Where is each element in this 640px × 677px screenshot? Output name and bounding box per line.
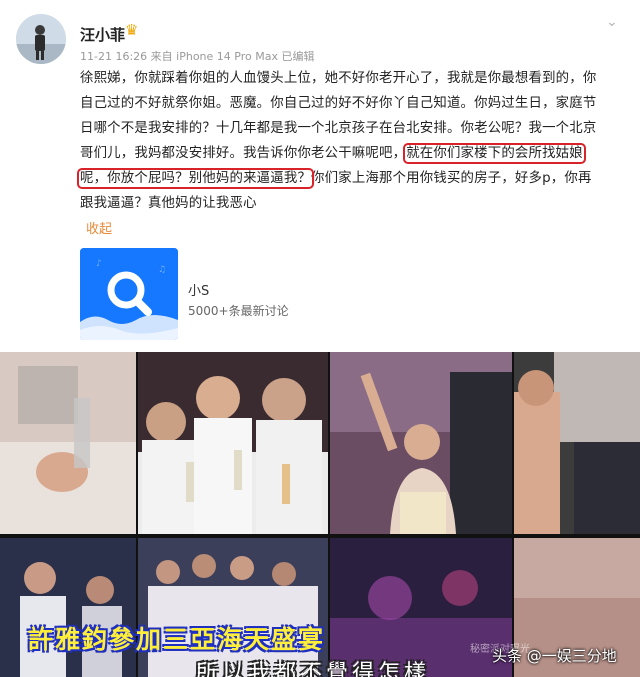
- party-photo[interactable]: [330, 352, 512, 534]
- highlighted-text: 就在你们家楼下的会所找姑娘: [403, 143, 586, 164]
- highlighted-text: 呢，你放个屁吗？别他妈的来逼逼我？: [76, 168, 315, 189]
- chevron-down-icon[interactable]: ⌄: [606, 14, 618, 30]
- party-photo[interactable]: [138, 352, 328, 534]
- party-photo[interactable]: [0, 352, 136, 534]
- party-photo[interactable]: [514, 352, 640, 534]
- post-line: 哥们儿，我妈都没安排好。我告诉你你老公干嘛呢吧，就在你们家楼下的会所找姑娘: [80, 141, 618, 166]
- avatar[interactable]: [16, 14, 66, 64]
- party-photo[interactable]: [0, 538, 136, 677]
- post-meta: 11-21 16:26 来自 iPhone 14 Pro Max 已编辑: [80, 50, 315, 63]
- video-caption: 許雅鈞參加三亞海天盛宴: [28, 625, 326, 654]
- crown-icon: ♛: [125, 21, 139, 39]
- post-line: 呢，你放个屁吗？别他妈的来逼逼我？你们家上海那个用你钱买的房子，好多p，你再: [76, 166, 618, 191]
- post-line: 徐熙娣，你就踩着你姐的人血馒头上位，她不好你老开心了，我就是你最想看到的，你: [80, 71, 597, 86]
- topic-card[interactable]: ♪ ♫ 小S 5000+条最新讨论: [80, 248, 620, 340]
- weibo-post: 汪小菲 ♛ 11-21 16:26 来自 iPhone 14 Pro Max 已…: [0, 0, 640, 350]
- topic-name: 小S: [188, 284, 210, 299]
- search-icon: ♪ ♫: [80, 248, 178, 340]
- video-subtitle: 所以我都不覺得怎樣: [196, 661, 431, 677]
- post-line-fragment: 你们家上海那个用你钱买的房子，好多p，你再: [311, 171, 592, 186]
- post-line: 日哪个不是我安排的？十几年都是我一个北京孩子在台北安排。你老公呢？我一个北京: [80, 121, 597, 136]
- svg-text:♫: ♫: [158, 265, 166, 275]
- post-line: 自己过的不好就祭你姐。恶魔。你自己过的好不好你丫自己知道。你妈过生日，家庭节: [80, 96, 597, 111]
- svg-text:♪: ♪: [96, 259, 102, 269]
- post-line-fragment: 哥们儿，我妈都没安排好。我告诉你你老公干嘛呢吧，: [80, 146, 407, 161]
- watermark: 头条 @一娱三分地: [492, 647, 617, 665]
- username[interactable]: 汪小菲: [80, 24, 125, 45]
- post-text: 徐熙娣，你就踩着你姐的人血馒头上位，她不好你老开心了，我就是你最想看到的，你 自…: [76, 66, 618, 216]
- topic-count: 5000+条最新讨论: [188, 304, 289, 318]
- post-line: 跟我逼逼？真他妈的让我恶心: [80, 196, 257, 211]
- collapse-link[interactable]: 收起: [86, 218, 112, 237]
